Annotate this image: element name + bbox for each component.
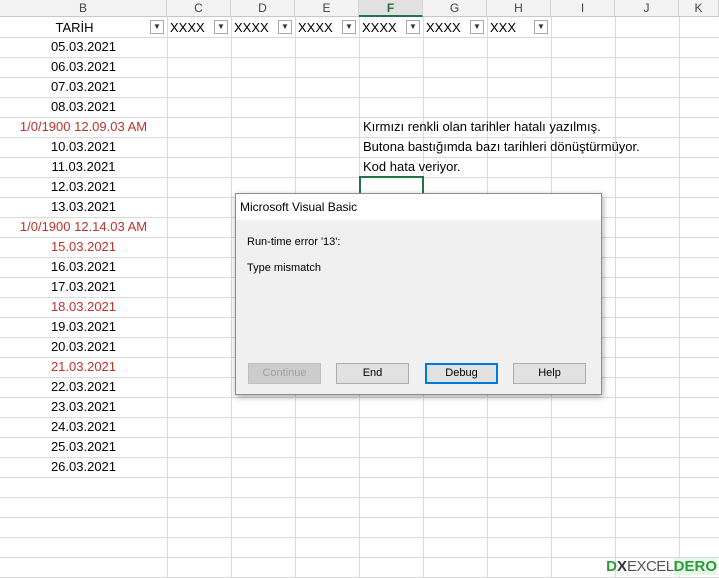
- date-cell[interactable]: 18.03.2021: [0, 297, 167, 317]
- grid-row-line: [0, 497, 719, 498]
- date-cell[interactable]: 06.03.2021: [0, 57, 167, 77]
- date-cell[interactable]: 17.03.2021: [0, 277, 167, 297]
- dialog-error-code: Run-time error '13':: [247, 236, 341, 248]
- grid-row-line: [0, 477, 719, 478]
- column-header-b[interactable]: B: [0, 0, 167, 17]
- filter-dropdown-icon[interactable]: ▼: [278, 20, 292, 34]
- column-header-k[interactable]: K: [679, 0, 719, 17]
- continue-button[interactable]: Continue: [248, 363, 321, 384]
- date-cell[interactable]: 25.03.2021: [0, 437, 167, 457]
- filter-dropdown-icon[interactable]: ▼: [406, 20, 420, 34]
- date-cell[interactable]: 20.03.2021: [0, 337, 167, 357]
- date-cell[interactable]: 22.03.2021: [0, 377, 167, 397]
- column-header-c[interactable]: C: [167, 0, 231, 17]
- header-cell-e[interactable]: XXXX: [298, 18, 333, 37]
- column-header-h[interactable]: H: [487, 0, 551, 17]
- date-cell[interactable]: 12.03.2021: [0, 177, 167, 197]
- header-cell-h[interactable]: XXX: [490, 18, 516, 37]
- header-cell-c[interactable]: XXXX: [170, 18, 205, 37]
- date-cell[interactable]: 07.03.2021: [0, 77, 167, 97]
- date-cell[interactable]: 10.03.2021: [0, 137, 167, 157]
- date-cell[interactable]: 19.03.2021: [0, 317, 167, 337]
- column-header-f[interactable]: F: [359, 0, 423, 17]
- column-header-i[interactable]: I: [551, 0, 615, 17]
- date-cell[interactable]: 08.03.2021: [0, 97, 167, 117]
- end-button[interactable]: End: [336, 363, 409, 384]
- watermark-excel: EXCEL: [626, 558, 674, 575]
- watermark-x: X: [616, 558, 627, 575]
- date-cell[interactable]: 13.03.2021: [0, 197, 167, 217]
- header-cell-b[interactable]: TARİH: [0, 18, 149, 37]
- note-cell[interactable]: Butona bastığımda bazı tarihleri dönüştü…: [363, 137, 640, 157]
- filter-dropdown-icon[interactable]: ▼: [150, 20, 164, 34]
- date-cell[interactable]: 16.03.2021: [0, 257, 167, 277]
- header-cell-d[interactable]: XXXX: [234, 18, 269, 37]
- dialog-error-message: Type mismatch: [247, 262, 321, 274]
- date-cell[interactable]: 24.03.2021: [0, 417, 167, 437]
- column-header-d[interactable]: D: [231, 0, 295, 17]
- date-cell[interactable]: 1/0/1900 12.14.03 AM: [0, 217, 167, 237]
- date-cell[interactable]: 23.03.2021: [0, 397, 167, 417]
- column-header-e[interactable]: E: [295, 0, 359, 17]
- filter-dropdown-icon[interactable]: ▼: [470, 20, 484, 34]
- watermark-dero: DERO: [673, 558, 717, 575]
- grid-row-line: [0, 537, 719, 538]
- dialog-title: Microsoft Visual Basic: [236, 194, 601, 220]
- help-button[interactable]: Help: [513, 363, 586, 384]
- date-cell[interactable]: 26.03.2021: [0, 457, 167, 477]
- column-header-g[interactable]: G: [423, 0, 487, 17]
- filter-dropdown-icon[interactable]: ▼: [214, 20, 228, 34]
- debug-button[interactable]: Debug: [425, 363, 498, 384]
- date-cell[interactable]: 11.03.2021: [0, 157, 167, 177]
- filter-dropdown-icon[interactable]: ▼: [342, 20, 356, 34]
- date-cell[interactable]: 21.03.2021: [0, 357, 167, 377]
- header-cell-f[interactable]: XXXX: [362, 18, 397, 37]
- filter-dropdown-icon[interactable]: ▼: [534, 20, 548, 34]
- header-cell-g[interactable]: XXXX: [426, 18, 461, 37]
- vba-error-dialog: Microsoft Visual Basic Run-time error '1…: [235, 193, 602, 395]
- note-cell[interactable]: Kırmızı renkli olan tarihler hatalı yazı…: [363, 117, 601, 137]
- date-cell[interactable]: 05.03.2021: [0, 37, 167, 57]
- note-cell[interactable]: Kod hata veriyor.: [363, 157, 461, 177]
- grid-row-line: [0, 517, 719, 518]
- date-cell[interactable]: 1/0/1900 12.09.03 AM: [0, 117, 167, 137]
- watermark-d: D: [606, 558, 617, 575]
- site-watermark: DXEXCELDERO: [606, 558, 717, 575]
- column-header-j[interactable]: J: [615, 0, 679, 17]
- date-cell[interactable]: 15.03.2021: [0, 237, 167, 257]
